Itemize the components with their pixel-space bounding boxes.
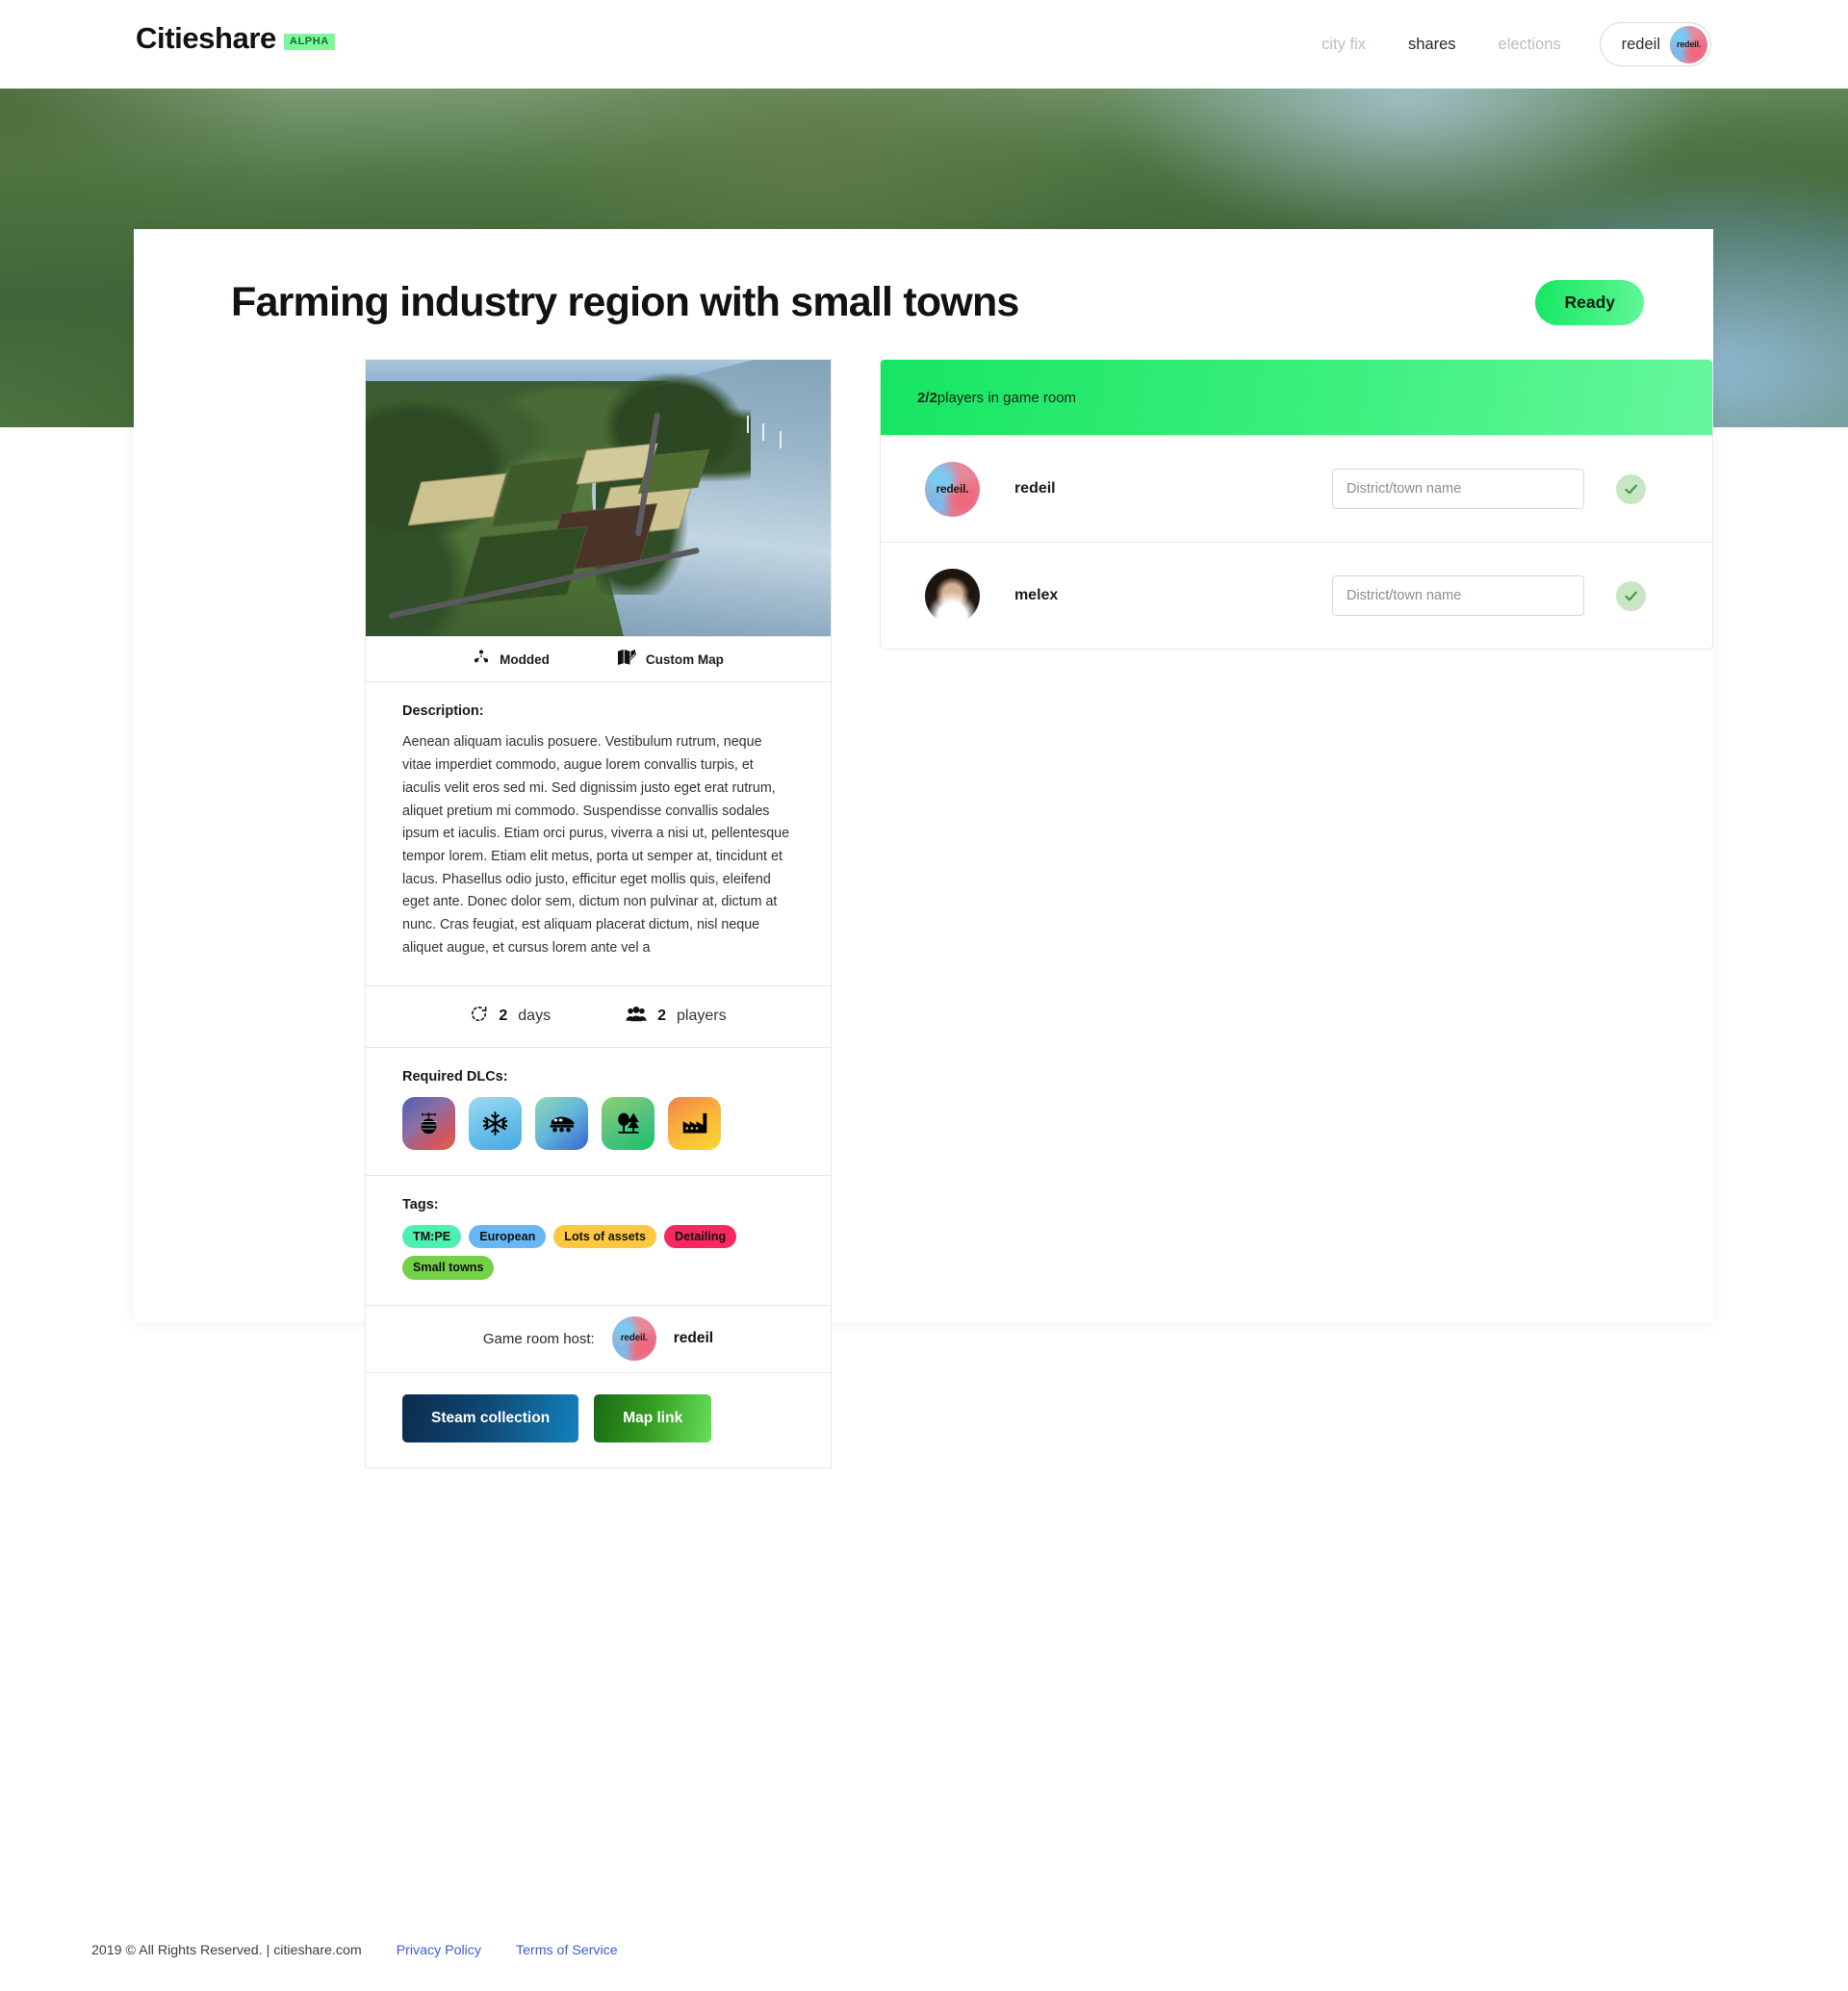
dlc-section: Required DLCs: bbox=[366, 1048, 831, 1176]
badge-custom-map: Custom Map bbox=[617, 649, 724, 671]
dlc-disco-ball-icon[interactable] bbox=[402, 1096, 455, 1150]
player-name: redeil bbox=[1014, 480, 1056, 498]
map-thumbnail[interactable] bbox=[366, 360, 831, 637]
tag-chip[interactable]: Lots of assets bbox=[553, 1224, 656, 1249]
badge-modded-label: Modded bbox=[500, 651, 550, 667]
tag-chip[interactable]: Small towns bbox=[402, 1256, 495, 1280]
map-wind-turbine bbox=[762, 423, 764, 442]
user-menu[interactable]: redeil redeil. bbox=[1599, 22, 1711, 66]
users-icon bbox=[626, 1006, 647, 1028]
stat-days-label: days bbox=[518, 1008, 552, 1025]
player-count: 2/2 bbox=[916, 389, 937, 406]
stat-days-value: 2 bbox=[499, 1008, 508, 1025]
avatar-label: redeil. bbox=[936, 482, 969, 497]
nav-link-elections[interactable]: elections bbox=[1477, 19, 1582, 69]
badge-modded: Modded bbox=[473, 649, 550, 671]
player-row: melex bbox=[880, 542, 1712, 649]
game-room-panel: 2/2 players in game room redeil. redeil bbox=[879, 359, 1713, 651]
card-body: Modded Custom Map Description: Aenean al… bbox=[134, 326, 1713, 1468]
main-nav: city fix shares elections redeil redeil. bbox=[1300, 19, 1711, 69]
avatar-label: redeil. bbox=[620, 1333, 648, 1344]
nav-link-shares[interactable]: shares bbox=[1387, 19, 1477, 69]
alpha-badge: ALPHA bbox=[283, 34, 335, 50]
player-name: melex bbox=[1014, 587, 1059, 604]
share-detail-card: Farming industry region with small towns… bbox=[134, 229, 1713, 1468]
card-header: Farming industry region with small towns… bbox=[134, 229, 1713, 326]
map-wind-turbine bbox=[747, 416, 749, 434]
brand-name: Citieshare bbox=[136, 21, 276, 55]
player-count-suffix: players in game room bbox=[937, 389, 1077, 406]
dlc-label: Required DLCs: bbox=[402, 1068, 508, 1085]
tag-chip[interactable]: Detailing bbox=[663, 1224, 737, 1249]
stat-players-label: players bbox=[676, 1008, 727, 1025]
host-name: redeil bbox=[673, 1330, 714, 1347]
stats-row: 2 days 2 players bbox=[366, 986, 831, 1048]
avatar bbox=[924, 568, 980, 624]
steam-collection-button[interactable]: Steam collection bbox=[402, 1393, 579, 1442]
external-links-row: Steam collection Map link bbox=[366, 1373, 831, 1468]
copyright-text: 2019 © All Rights Reserved. | citieshare… bbox=[91, 1943, 362, 1958]
player-ready-check-icon bbox=[1615, 473, 1646, 504]
avatar: redeil. bbox=[1670, 25, 1707, 64]
tags-section: Tags: TM:PE European Lots of assets Deta… bbox=[366, 1176, 831, 1306]
tag-chip[interactable]: TM:PE bbox=[402, 1224, 462, 1249]
tag-chip[interactable]: European bbox=[469, 1224, 547, 1249]
map-badges: Modded Custom Map bbox=[366, 636, 831, 683]
player-ready-check-icon bbox=[1615, 580, 1646, 611]
terms-of-service-link[interactable]: Terms of Service bbox=[516, 1943, 618, 1958]
stat-players: 2 players bbox=[626, 1006, 727, 1028]
user-name: redeil bbox=[1621, 35, 1660, 53]
dlc-train-icon[interactable] bbox=[535, 1096, 588, 1150]
site-footer: 2019 © All Rights Reserved. | citieshare… bbox=[0, 1910, 1848, 1991]
district-town-name-input[interactable] bbox=[1331, 469, 1584, 510]
avatar: redeil. bbox=[924, 461, 980, 517]
tags-label: Tags: bbox=[402, 1196, 439, 1212]
map-link-button[interactable]: Map link bbox=[594, 1393, 712, 1442]
stat-players-value: 2 bbox=[657, 1008, 666, 1025]
game-room-host-row: Game room host: redeil. redeil bbox=[366, 1306, 831, 1373]
avatar-label: redeil. bbox=[1676, 38, 1702, 49]
site-header: Citieshare ALPHA city fix shares electio… bbox=[0, 0, 1848, 89]
map-info-panel: Modded Custom Map Description: Aenean al… bbox=[365, 359, 832, 1468]
map-wind-turbine bbox=[780, 431, 782, 449]
host-label: Game room host: bbox=[482, 1330, 595, 1347]
avatar: redeil. bbox=[611, 1316, 656, 1362]
cubes-icon bbox=[473, 649, 490, 671]
map-marked-icon bbox=[617, 649, 637, 671]
ready-button[interactable]: Ready bbox=[1535, 280, 1644, 326]
privacy-policy-link[interactable]: Privacy Policy bbox=[397, 1943, 481, 1958]
stat-days: 2 days bbox=[470, 1005, 551, 1028]
nav-link-city-fix[interactable]: city fix bbox=[1300, 19, 1387, 69]
rotate-icon bbox=[470, 1005, 488, 1028]
district-town-name-input[interactable] bbox=[1331, 575, 1584, 617]
dlc-trees-icon[interactable] bbox=[602, 1096, 654, 1150]
brand-logo[interactable]: Citieshare ALPHA bbox=[136, 23, 335, 53]
badge-custom-map-label: Custom Map bbox=[645, 651, 724, 667]
page-title: Farming industry region with small towns bbox=[231, 279, 1019, 325]
description-label: Description: bbox=[402, 703, 484, 720]
description-text: Aenean aliquam iaculis posuere. Vestibul… bbox=[402, 734, 790, 956]
player-row: redeil. redeil bbox=[880, 435, 1712, 542]
description-section: Description: Aenean aliquam iaculis posu… bbox=[366, 682, 831, 986]
dlc-factory-icon[interactable] bbox=[668, 1096, 721, 1150]
tags-list: TM:PE European Lots of assets Detailing … bbox=[402, 1224, 749, 1280]
game-room-header: 2/2 players in game room bbox=[880, 360, 1712, 436]
dlc-snowflake-icon[interactable] bbox=[469, 1096, 522, 1150]
dlc-list bbox=[402, 1096, 794, 1150]
